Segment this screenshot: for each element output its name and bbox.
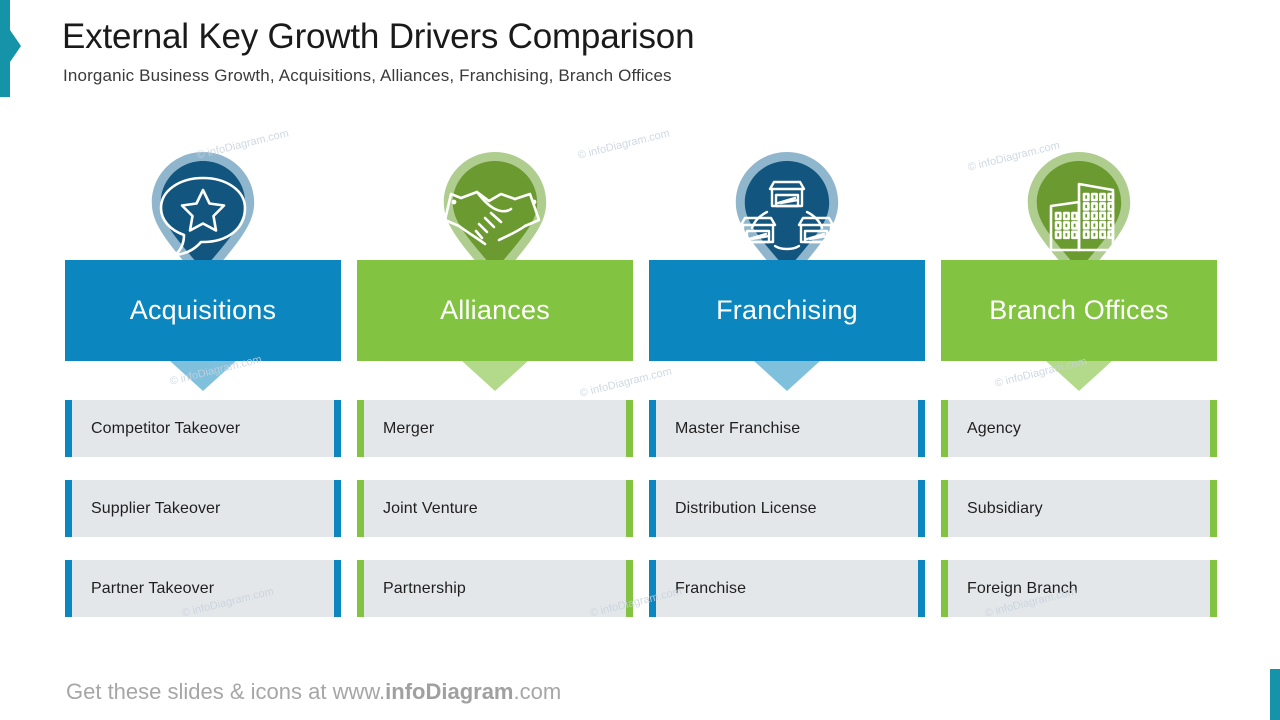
- list-item[interactable]: Competitor Takeover: [65, 400, 341, 457]
- row-accent-bar-right: [918, 560, 925, 617]
- row-accent-bar-right: [334, 560, 341, 617]
- row-accent-bar-left: [65, 560, 72, 617]
- row-accent-bar-right: [334, 400, 341, 457]
- category-banner-branch-offices[interactable]: Branch Offices: [941, 260, 1217, 361]
- row-accent-bar-right: [1210, 560, 1217, 617]
- row-accent-bar-right: [918, 480, 925, 537]
- list-item-label: Partnership: [383, 579, 466, 597]
- list-item[interactable]: Partnership: [357, 560, 633, 617]
- row-accent-bar-left: [357, 480, 364, 537]
- right-accent-bar: [1270, 669, 1280, 720]
- list-item-label: Supplier Takeover: [91, 499, 221, 517]
- list-item[interactable]: Foreign Branch: [941, 560, 1217, 617]
- list-item-label: Franchise: [675, 579, 747, 597]
- row-accent-bar-left: [649, 480, 656, 537]
- row-accent-bar-right: [1210, 480, 1217, 537]
- list-item[interactable]: Joint Venture: [357, 480, 633, 537]
- row-accent-bar-right: [626, 400, 633, 457]
- category-banner-label: Alliances: [440, 295, 550, 325]
- list-item[interactable]: Franchise: [649, 560, 925, 617]
- row-accent-bar-left: [941, 480, 948, 537]
- column-franchising: Franchising Master Franchise Distribution …: [649, 0, 925, 720]
- row-accent-bar-left: [941, 560, 948, 617]
- list-item[interactable]: Merger: [357, 400, 633, 457]
- column-acquisitions: Acquisitions Competitor Takeover Supplier …: [65, 0, 341, 720]
- row-accent-bar-right: [626, 480, 633, 537]
- list-item-label: Foreign Branch: [967, 579, 1078, 597]
- slide-canvas: External Key Growth Drivers Comparison I…: [0, 0, 1280, 720]
- list-item[interactable]: Distribution License: [649, 480, 925, 537]
- column-alliances: Alliances Merger Joint Venture Partnership: [357, 0, 633, 720]
- left-accent-arrow-icon: [10, 30, 21, 62]
- row-accent-bar-right: [334, 480, 341, 537]
- footer-promo: Get these slides & icons at www.infoDiag…: [66, 679, 561, 705]
- list-item-label: Subsidiary: [967, 499, 1043, 517]
- row-accent-bar-left: [357, 560, 364, 617]
- column-branch-offices: Branch Offices Agency Subsidiary Foreign Br…: [941, 0, 1217, 720]
- row-accent-bar-right: [626, 560, 633, 617]
- row-accent-bar-left: [941, 400, 948, 457]
- row-accent-bar-left: [649, 400, 656, 457]
- list-item-label: Agency: [967, 419, 1021, 437]
- list-item[interactable]: Subsidiary: [941, 480, 1217, 537]
- left-accent-bar: [0, 0, 10, 97]
- category-banner-label: Franchising: [716, 295, 858, 325]
- row-accent-bar-right: [1210, 400, 1217, 457]
- list-item-label: Joint Venture: [383, 499, 478, 517]
- row-accent-bar-left: [357, 400, 364, 457]
- banner-down-arrow-icon: [1046, 361, 1112, 391]
- banner-down-arrow-icon: [462, 361, 528, 391]
- row-accent-bar-left: [65, 480, 72, 537]
- footer-brand: infoDiagram: [385, 679, 514, 704]
- footer-prefix: Get these slides & icons at www.: [66, 679, 386, 704]
- banner-down-arrow-icon: [170, 361, 236, 391]
- list-item[interactable]: Master Franchise: [649, 400, 925, 457]
- category-banner-label: Acquisitions: [129, 295, 277, 325]
- list-item[interactable]: Agency: [941, 400, 1217, 457]
- banner-down-arrow-icon: [754, 361, 820, 391]
- list-item[interactable]: Partner Takeover: [65, 560, 341, 617]
- list-item-label: Distribution License: [675, 499, 817, 517]
- category-banner-alliances[interactable]: Alliances: [357, 260, 633, 361]
- row-accent-bar-right: [918, 400, 925, 457]
- category-banner-label: Branch Offices: [989, 295, 1169, 325]
- list-item-label: Master Franchise: [675, 419, 801, 437]
- category-banner-franchising[interactable]: Franchising: [649, 260, 925, 361]
- list-item[interactable]: Supplier Takeover: [65, 480, 341, 537]
- list-item-label: Competitor Takeover: [91, 419, 241, 437]
- row-accent-bar-left: [649, 560, 656, 617]
- footer-suffix: .com: [513, 679, 562, 704]
- list-item-label: Merger: [383, 419, 435, 437]
- row-accent-bar-left: [65, 400, 72, 457]
- category-banner-acquisitions[interactable]: Acquisitions: [65, 260, 341, 361]
- list-item-label: Partner Takeover: [91, 579, 215, 597]
